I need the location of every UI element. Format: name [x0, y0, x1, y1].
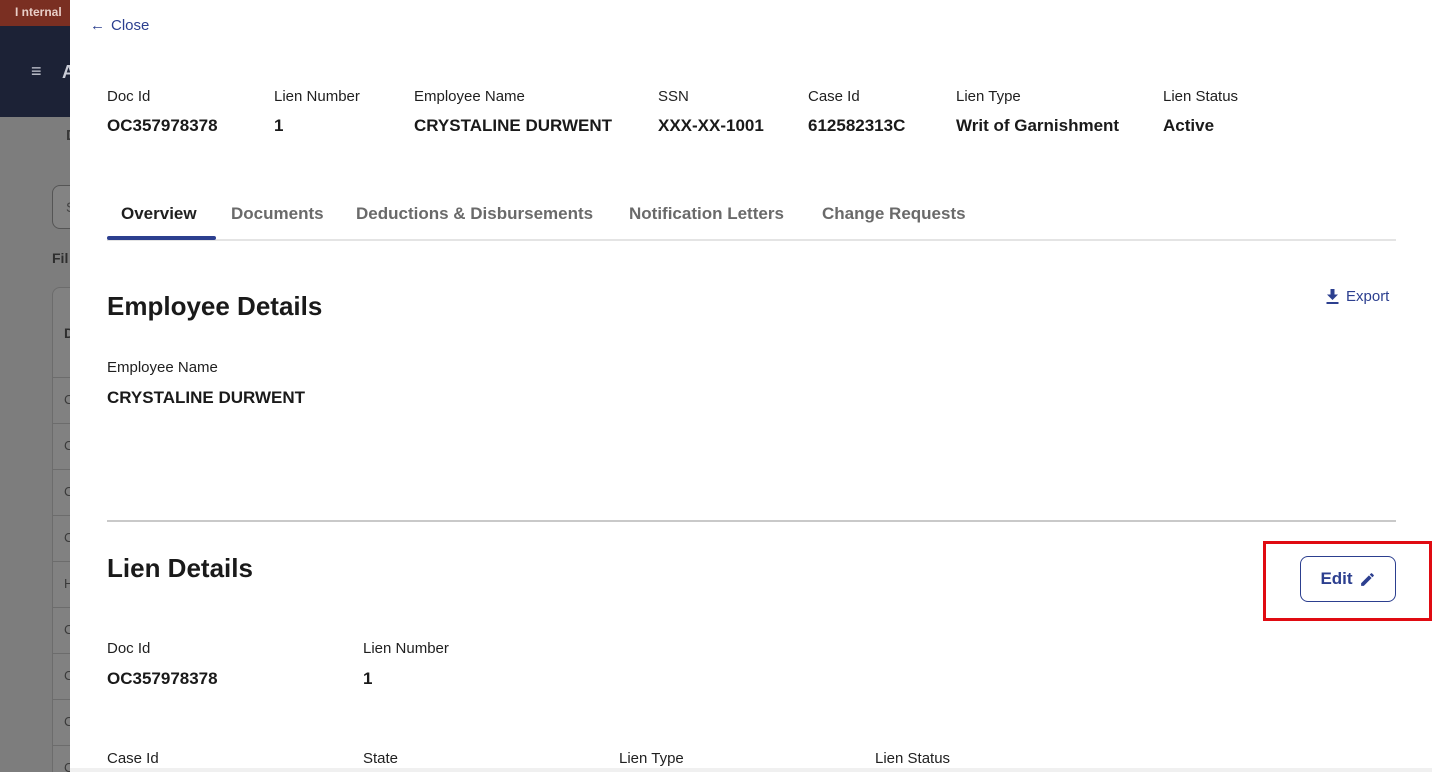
section-divider: [107, 520, 1396, 522]
summary-employee-name: Employee Name CRYSTALINE DURWENT: [414, 88, 612, 136]
download-icon: [1326, 289, 1339, 304]
summary-lien-number: Lien Number 1: [274, 88, 360, 136]
summary-value: 612582313C: [808, 116, 906, 135]
lien-details-title: Lien Details: [107, 553, 253, 583]
employee-details-title: Employee Details: [107, 291, 323, 321]
lien-doc-id-field: Doc Id OC357978378: [107, 640, 218, 689]
summary-lien-status: Lien Status Active: [1163, 88, 1238, 136]
hamburger-menu-icon[interactable]: ≡: [31, 62, 42, 80]
tab-overview[interactable]: Overview: [121, 204, 197, 224]
tab-documents[interactable]: Documents: [231, 204, 324, 224]
summary-label: Lien Number: [274, 88, 360, 105]
active-tab-indicator: [107, 236, 216, 240]
summary-value: Active: [1163, 116, 1215, 135]
summary-label: Employee Name: [414, 88, 525, 105]
summary-label: Lien Type: [956, 88, 1021, 105]
summary-lien-type: Lien Type Writ of Garnishment: [956, 88, 1119, 136]
summary-value: 1: [274, 116, 284, 135]
edit-button-highlight: [1263, 541, 1432, 621]
scroll-edge: [70, 768, 1432, 772]
field-value: OC357978378: [107, 669, 218, 688]
summary-case-id: Case Id 612582313C: [808, 88, 905, 136]
summary-value: OC357978378: [107, 116, 218, 135]
lien-detail-panel: ← Close Doc Id OC357978378 Lien Number 1…: [70, 0, 1432, 772]
lien-type-label: Lien Type: [619, 750, 684, 767]
export-label: Export: [1346, 288, 1390, 305]
background-filter-label: Fil: [52, 250, 69, 266]
arrow-left-icon: ←: [90, 17, 105, 34]
field-label: Lien Number: [363, 640, 449, 657]
summary-value: Writ of Garnishment: [956, 116, 1120, 135]
field-label: Doc Id: [107, 640, 151, 657]
employee-name-field: Employee Name CRYSTALINE DURWENT: [107, 359, 305, 408]
close-button[interactable]: ← Close: [90, 17, 149, 34]
close-label: Close: [111, 17, 150, 34]
summary-label: SSN: [658, 88, 689, 105]
detail-tabs: Overview Documents Deductions & Disburse…: [107, 190, 1396, 241]
tab-notification-letters[interactable]: Notification Letters: [629, 204, 784, 224]
summary-label: Doc Id: [107, 88, 151, 105]
summary-label: Lien Status: [1163, 88, 1239, 105]
summary-value: CRYSTALINE DURWENT: [414, 116, 613, 135]
export-button[interactable]: Export: [1326, 288, 1389, 305]
field-value: CRYSTALINE DURWENT: [107, 388, 306, 407]
state-label: State: [363, 750, 399, 767]
summary-value: XXX-XX-1001: [658, 116, 764, 135]
field-label: Employee Name: [107, 359, 218, 376]
summary-doc-id: Doc Id OC357978378: [107, 88, 218, 136]
tab-change-requests[interactable]: Change Requests: [822, 204, 966, 224]
lien-status-label: Lien Status: [875, 750, 951, 767]
summary-ssn: SSN XXX-XX-1001: [658, 88, 764, 136]
tab-deductions-disbursements[interactable]: Deductions & Disbursements: [356, 204, 593, 224]
summary-label: Case Id: [808, 88, 860, 105]
field-value: 1: [363, 669, 373, 688]
lien-number-field: Lien Number 1: [363, 640, 449, 689]
case-id-label: Case Id: [107, 750, 159, 767]
